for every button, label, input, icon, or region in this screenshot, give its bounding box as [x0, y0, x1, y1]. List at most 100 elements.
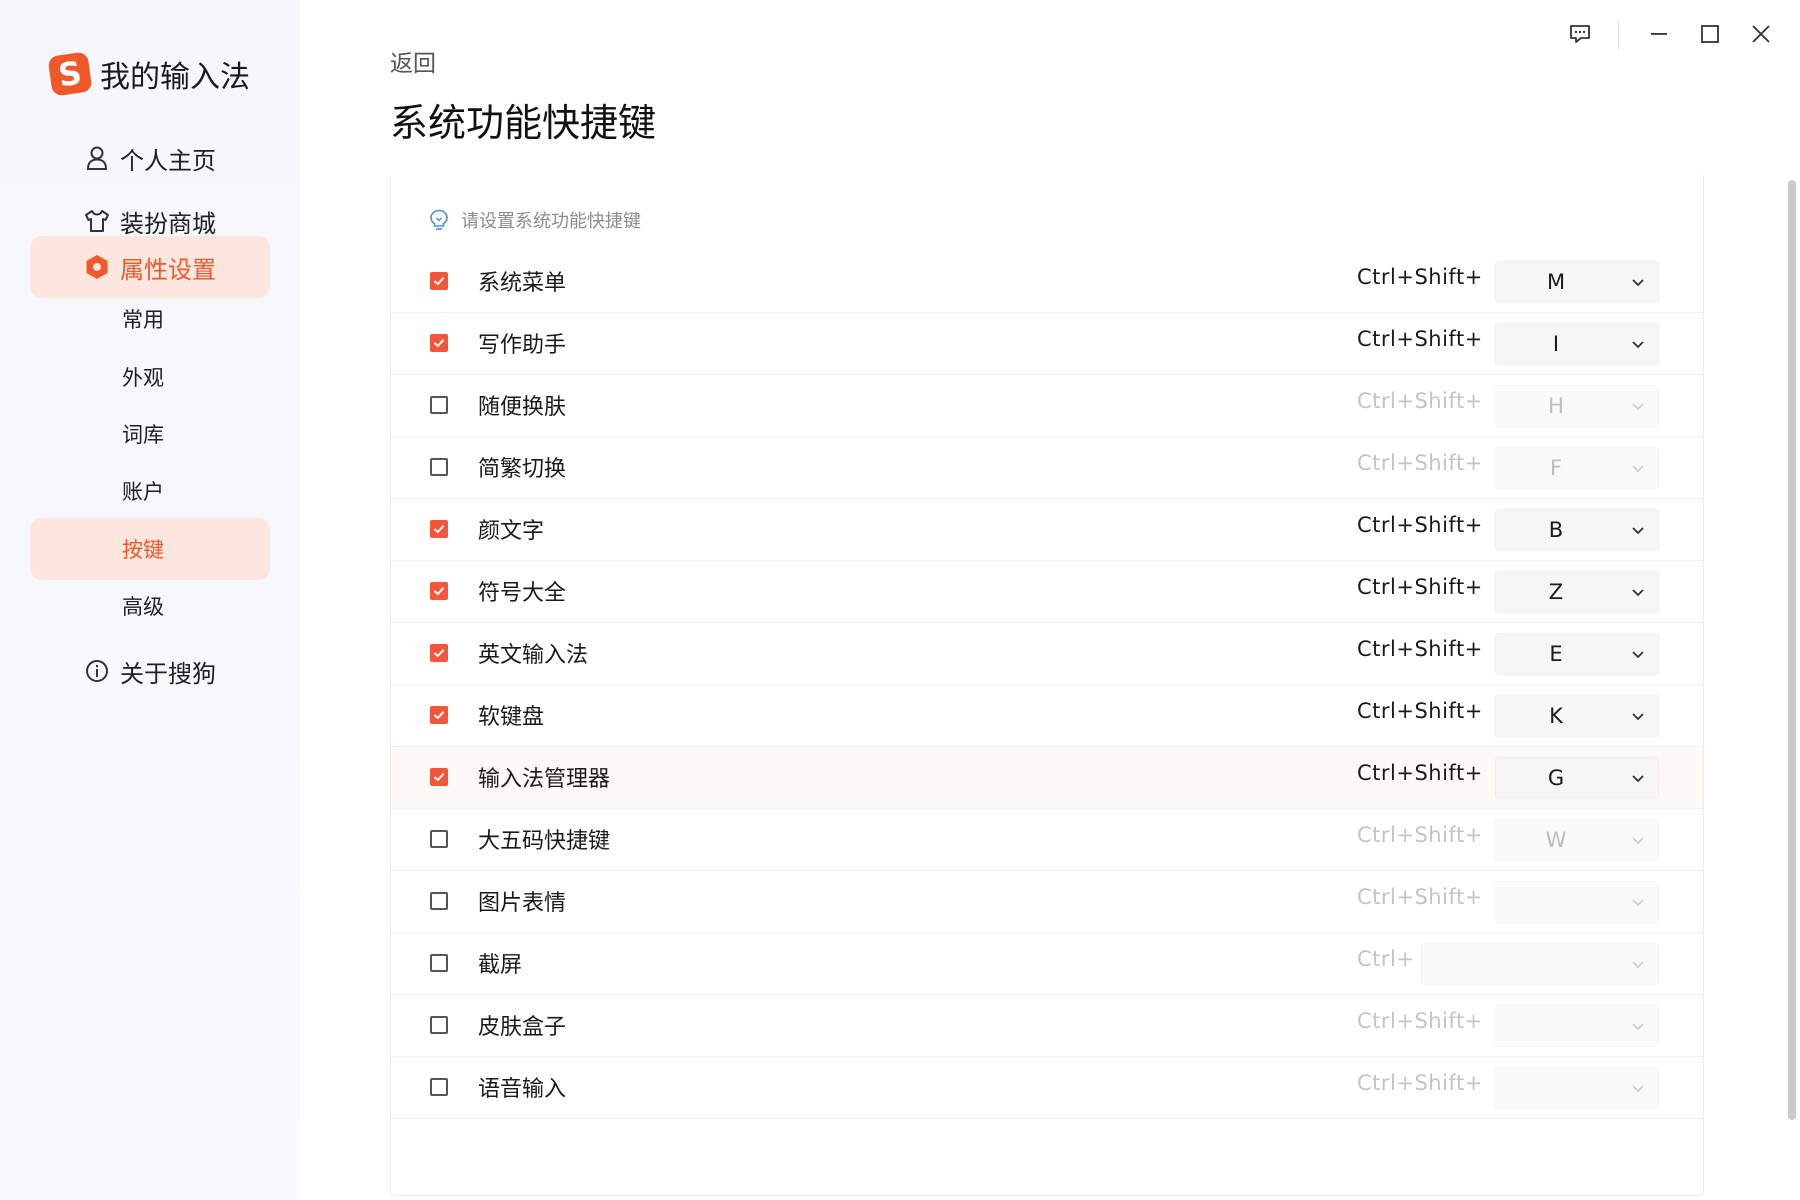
sidebar-subitem-label: 常用	[122, 308, 164, 332]
row-label: 简繁切换	[478, 457, 567, 482]
hint: 请设置系统功能快捷键	[429, 205, 641, 235]
row-label: 输入法管理器	[478, 767, 611, 792]
key-select-value: F	[1549, 456, 1563, 480]
key-select[interactable]: I	[1495, 323, 1659, 365]
maximize-button[interactable]	[1690, 18, 1730, 54]
key-select[interactable]: G	[1495, 757, 1659, 799]
chevron-down-icon	[1630, 336, 1646, 356]
sidebar-subitem-label: 外观	[122, 366, 164, 390]
minimize-icon	[1649, 24, 1669, 48]
key-select-value: K	[1549, 704, 1563, 728]
row-checkbox[interactable]	[430, 582, 448, 600]
feedback-button[interactable]	[1560, 18, 1600, 54]
close-button[interactable]	[1741, 18, 1781, 54]
sidebar-subitem-keys[interactable]: 按键	[30, 518, 270, 580]
row-label: 随便换肤	[478, 395, 567, 420]
row-checkbox[interactable]	[430, 396, 448, 414]
row-label: 写作助手	[478, 333, 567, 358]
window-controls-divider	[1618, 20, 1619, 50]
row-label: 软键盘	[478, 705, 545, 730]
key-select-value: G	[1547, 766, 1565, 790]
chevron-down-icon	[1630, 522, 1646, 542]
chevron-down-icon	[1630, 708, 1646, 728]
key-select[interactable]: E	[1495, 633, 1659, 675]
row-checkbox[interactable]	[430, 768, 448, 786]
row-modifier: Ctrl+Shift+	[1357, 1071, 1483, 1095]
row-modifier: Ctrl+Shift+	[1357, 637, 1483, 661]
shortcut-row-ime-manager: 输入法管理器 Ctrl+Shift+ G	[391, 747, 1703, 809]
shortcut-row-voice-input: 语音输入 Ctrl+Shift+	[391, 1057, 1703, 1119]
chevron-down-icon	[1630, 894, 1646, 914]
key-select[interactable]: Z	[1495, 571, 1659, 613]
chevron-down-icon	[1630, 956, 1646, 976]
hint-text: 请设置系统功能快捷键	[461, 211, 641, 232]
maximize-icon	[1700, 24, 1720, 48]
key-select-value: I	[1552, 332, 1560, 356]
back-link[interactable]: 返回	[390, 44, 436, 78]
row-modifier: Ctrl+Shift+	[1357, 389, 1483, 413]
key-select[interactable]	[1495, 1067, 1659, 1109]
lightbulb-icon	[429, 209, 449, 231]
key-select[interactable]: K	[1495, 695, 1659, 737]
sidebar-subitem-account[interactable]: 账户	[30, 460, 270, 522]
sidebar-subitem-label: 账户	[122, 480, 164, 504]
row-checkbox[interactable]	[430, 1016, 448, 1034]
row-label: 符号大全	[478, 581, 567, 606]
feedback-icon	[1569, 24, 1591, 48]
info-icon	[84, 658, 110, 684]
row-checkbox[interactable]	[430, 1078, 448, 1096]
sidebar-subitem-label: 按键	[122, 538, 164, 562]
sidebar-subitem-lexicon[interactable]: 词库	[30, 403, 270, 465]
key-select[interactable]: M	[1495, 261, 1659, 303]
sidebar-subitem-common[interactable]: 常用	[30, 288, 270, 350]
key-select-value: M	[1546, 270, 1566, 294]
row-label: 颜文字	[478, 519, 545, 544]
row-checkbox[interactable]	[430, 272, 448, 290]
row-modifier: Ctrl+Shift+	[1357, 451, 1483, 475]
shortcut-row-soft-keyboard: 软键盘 Ctrl+Shift+ K	[391, 685, 1703, 747]
shortcut-row-image-emoji: 图片表情 Ctrl+Shift+	[391, 871, 1703, 933]
row-modifier: Ctrl+Shift+	[1357, 823, 1483, 847]
sidebar-subitem-advanced[interactable]: 高级	[30, 575, 270, 637]
row-label: 语音输入	[478, 1077, 567, 1102]
app-logo: S	[47, 51, 93, 97]
key-select[interactable]	[1421, 943, 1659, 985]
row-modifier: Ctrl+Shift+	[1357, 885, 1483, 909]
chevron-down-icon	[1630, 1080, 1646, 1100]
sidebar-item-label: 关于搜狗	[120, 659, 216, 688]
key-select-value: H	[1548, 394, 1564, 418]
row-checkbox[interactable]	[430, 892, 448, 910]
vertical-scrollbar[interactable]	[1788, 180, 1796, 1120]
key-select[interactable]: H	[1495, 385, 1659, 427]
key-select[interactable]	[1495, 881, 1659, 923]
key-select[interactable]: W	[1495, 819, 1659, 861]
chevron-down-icon	[1630, 584, 1646, 604]
key-select-value: Z	[1548, 580, 1564, 604]
row-checkbox[interactable]	[430, 520, 448, 538]
row-checkbox[interactable]	[430, 706, 448, 724]
row-checkbox[interactable]	[430, 830, 448, 848]
sidebar-item-label: 个人主页	[120, 146, 216, 175]
row-modifier: Ctrl+Shift+	[1357, 1009, 1483, 1033]
row-checkbox[interactable]	[430, 458, 448, 476]
sidebar-subitem-appearance[interactable]: 外观	[30, 346, 270, 408]
app-name: 我的输入法	[100, 60, 250, 95]
row-checkbox[interactable]	[430, 334, 448, 352]
row-label: 图片表情	[478, 891, 567, 916]
person-icon	[84, 145, 110, 171]
row-modifier: Ctrl+Shift+	[1357, 699, 1483, 723]
shortcut-row-skin-box: 皮肤盒子 Ctrl+Shift+	[391, 995, 1703, 1057]
row-label: 皮肤盒子	[478, 1015, 567, 1040]
sidebar-item-about[interactable]: 关于搜狗	[30, 640, 270, 702]
minimize-button[interactable]	[1639, 18, 1679, 54]
sidebar-subitem-label: 高级	[122, 595, 164, 619]
shortcut-list: 系统菜单 Ctrl+Shift+ M 写作助手 Ctrl+Shift+ I 随便…	[391, 251, 1703, 1119]
key-select[interactable]: F	[1495, 447, 1659, 489]
key-select[interactable]: B	[1495, 509, 1659, 551]
row-checkbox[interactable]	[430, 644, 448, 662]
row-checkbox[interactable]	[430, 954, 448, 972]
page-title: 系统功能快捷键	[390, 101, 657, 145]
sidebar-item-profile[interactable]: 个人主页	[30, 127, 270, 189]
key-select[interactable]	[1495, 1005, 1659, 1047]
row-label: 大五码快捷键	[478, 829, 611, 854]
